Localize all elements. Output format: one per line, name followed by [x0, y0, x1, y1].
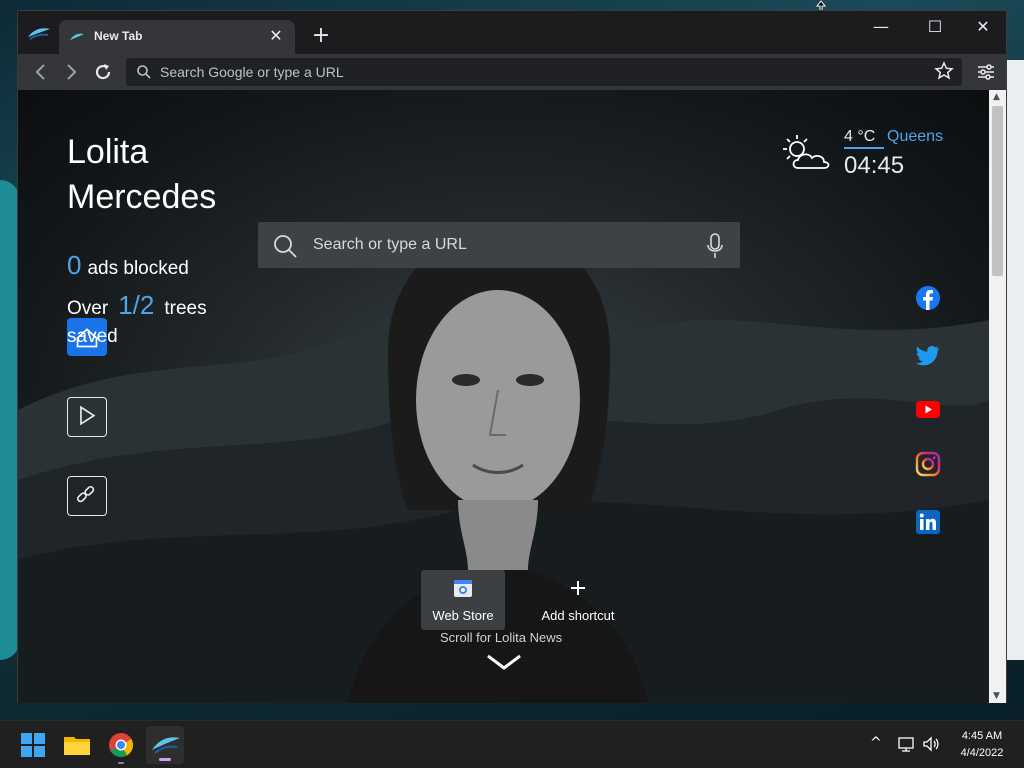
file-explorer-icon[interactable] [61, 729, 93, 761]
address-bar[interactable]: Search Google or type a URL [126, 58, 962, 86]
plus-icon [571, 581, 585, 595]
tab-new-tab[interactable]: New Tab ✕ [59, 20, 295, 54]
tab-close-button[interactable]: ✕ [267, 27, 285, 45]
chevron-down-icon[interactable] [484, 650, 524, 674]
search-icon [137, 65, 151, 79]
shortcut-label: Add shortcut [541, 608, 615, 623]
facebook-icon[interactable] [915, 285, 941, 311]
ads-blocked-stat: 0 ads blocked [67, 250, 189, 281]
network-icon[interactable] [897, 735, 915, 753]
shortcut-label: Web Store [432, 608, 494, 623]
instagram-icon[interactable] [915, 451, 941, 477]
active-app-indicator [159, 758, 171, 761]
webstore-icon [454, 580, 472, 597]
bookmark-star-icon[interactable] [934, 61, 954, 81]
main-search-placeholder: Search or type a URL [313, 236, 467, 253]
user-name: Lolita Mercedes [67, 130, 216, 220]
link-icon [76, 485, 95, 503]
new-tab-page: Lolita Mercedes 0 ads blocked Over 1/2 tree… [18, 90, 989, 703]
close-window-button[interactable]: ✕ [968, 17, 998, 43]
trees-suffix: saved [67, 326, 118, 347]
browser-logo-icon [28, 28, 50, 40]
taskbar-clock-time[interactable]: 4:45 AM [950, 730, 1014, 742]
chrome-icon[interactable] [105, 729, 137, 761]
maximize-button[interactable]: ☐ [920, 17, 950, 43]
reload-button[interactable] [91, 60, 115, 84]
scrollbar-thumb[interactable] [992, 106, 1003, 276]
scroll-down-arrow-icon[interactable]: ▼ [993, 691, 1000, 701]
chrome-running-indicator [118, 762, 124, 764]
browser-toolbar: Search Google or type a URL [18, 54, 1006, 90]
forward-button[interactable] [59, 60, 83, 84]
weather-temperature: 4 °C [844, 128, 876, 145]
user-last-name: Mercedes [67, 178, 217, 216]
search-icon [274, 235, 297, 258]
taskbar-clock-date[interactable]: 4/4/2022 [950, 747, 1014, 759]
shortcut-web-store[interactable]: Web Store [421, 570, 505, 630]
customize-sliders-icon[interactable] [976, 62, 996, 82]
add-shortcut-button[interactable]: Add shortcut [536, 570, 620, 630]
play-icon [80, 405, 96, 426]
user-first-name: Lolita [67, 133, 149, 171]
tray-overflow-chevron-icon[interactable]: ^ [870, 735, 886, 751]
ads-blocked-count: 0 [67, 250, 82, 280]
microphone-icon[interactable] [706, 233, 724, 259]
address-bar-placeholder: Search Google or type a URL [160, 64, 344, 80]
trees-label: trees [164, 298, 207, 319]
tab-favicon-icon [70, 33, 84, 40]
trees-saved-count: 1/2 [118, 290, 155, 320]
linkedin-icon[interactable] [915, 509, 941, 535]
trees-saved-stat: Over 1/2 trees saved [67, 290, 237, 351]
ads-blocked-label: ads blocked [87, 258, 189, 279]
scroll-up-arrow-icon[interactable]: ▲ [993, 92, 1000, 102]
minimize-button[interactable]: — [866, 17, 896, 43]
news-scroll-label: Scroll for Lolita News [440, 630, 563, 645]
windows-start-icon[interactable] [17, 729, 49, 761]
twitter-icon[interactable] [915, 342, 941, 368]
active-browser-taskbar-button[interactable] [146, 726, 184, 764]
new-tab-button[interactable]: + [310, 25, 332, 47]
desktop-background-window [1006, 60, 1024, 660]
title-bar: New Tab ✕ + — ☐ ✕ [18, 11, 1006, 54]
main-search-bar[interactable]: Search or type a URL [258, 222, 740, 268]
partly-cloudy-icon [783, 135, 830, 169]
tab-title: New Tab [94, 29, 143, 43]
back-button[interactable] [29, 60, 53, 84]
youtube-icon[interactable] [915, 396, 941, 422]
volume-icon[interactable] [922, 735, 940, 753]
browser-window: New Tab ✕ + — ☐ ✕ Search Google or type … [17, 10, 1007, 703]
temperature-underline [844, 147, 884, 149]
links-button[interactable] [67, 476, 107, 516]
video-button[interactable] [67, 397, 107, 437]
page-scrollbar[interactable]: ▲ ▼ [989, 90, 1006, 703]
taskbar: ^ 4:45 AM 4/4/2022 [0, 720, 1024, 768]
trees-prefix: Over [67, 298, 109, 319]
weather-city[interactable]: Queens [887, 128, 943, 146]
clock-time: 04:45 [844, 152, 905, 179]
